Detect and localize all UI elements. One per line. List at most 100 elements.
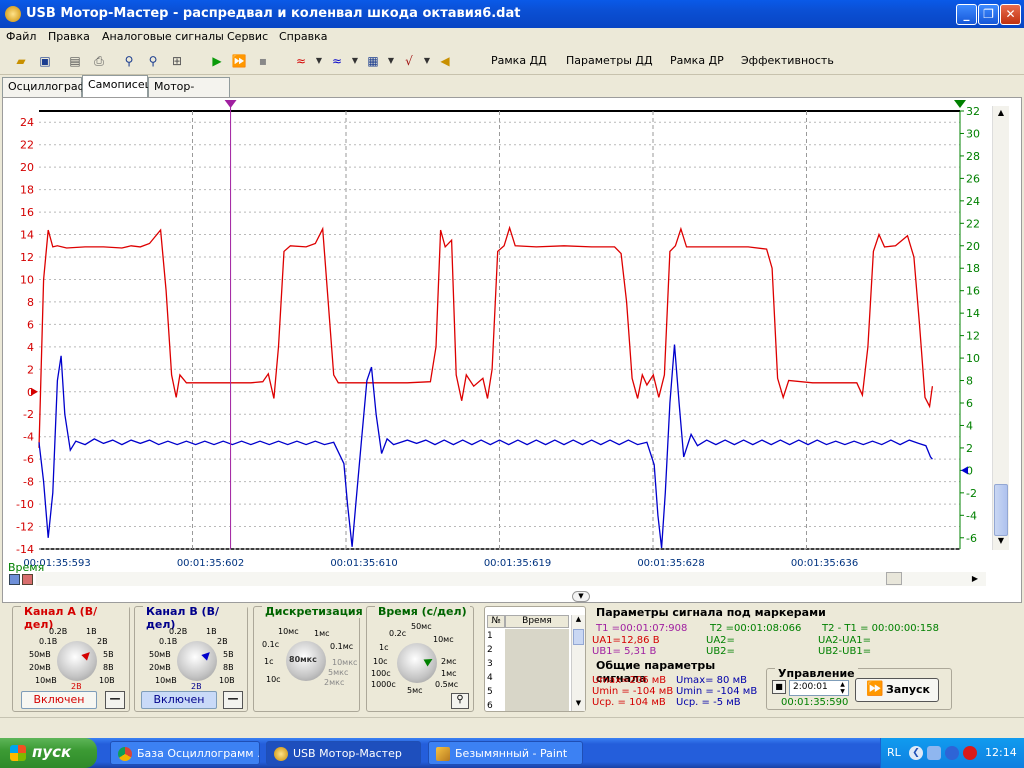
collapse-panel-icon[interactable]: ▼ xyxy=(572,591,590,602)
scroll-left-btn-a[interactable] xyxy=(9,574,20,585)
left-axis-tick-label: -10 xyxy=(16,498,34,511)
menu-help[interactable]: Справка xyxy=(279,30,327,43)
channel-b-minus-button[interactable]: — xyxy=(223,691,243,709)
scroll-left-btn-b[interactable] xyxy=(22,574,33,585)
taskbar-item-database[interactable]: База Осциллограмм ... xyxy=(110,741,260,765)
channel-b-enable-button[interactable]: Включен xyxy=(141,691,217,709)
antivirus-icon[interactable] xyxy=(963,746,977,760)
vertical-scroll-thumb[interactable] xyxy=(994,484,1008,536)
b-min-value: Umin = -104 мВ xyxy=(676,686,758,697)
menu-service[interactable]: Сервис xyxy=(227,30,268,43)
frame-dr-button[interactable]: Рамка ДР xyxy=(670,54,724,67)
channel-b-scale-knob[interactable] xyxy=(177,641,217,681)
stop-icon[interactable]: ▪ xyxy=(254,52,272,70)
clock[interactable]: 12:14 xyxy=(985,746,1017,759)
open-folder-icon[interactable]: ▰ xyxy=(12,52,30,70)
scroll-right-icon[interactable]: ▶ xyxy=(968,572,982,585)
spin-arrows-icon[interactable]: ▲ ▼ xyxy=(837,681,848,695)
channel-a-wave-icon[interactable]: ≈ xyxy=(292,52,310,70)
zoom-fit-icon[interactable]: ⊞ xyxy=(168,52,186,70)
left-axis-tick-label: 14 xyxy=(20,229,34,242)
taskbar-item-label: Безымянный - Paint xyxy=(455,747,568,760)
math-function-icon[interactable]: √ xyxy=(400,52,418,70)
network-icon[interactable] xyxy=(927,746,941,760)
bluetooth-icon[interactable] xyxy=(945,746,959,760)
play-icon[interactable]: ▶ xyxy=(208,52,226,70)
close-button[interactable]: ✕ xyxy=(1000,4,1021,25)
dt-value: T2 - T1 = 00:00:00:158 xyxy=(822,623,940,634)
channel-b-zero-marker-icon xyxy=(961,466,968,475)
app-icon xyxy=(5,6,21,22)
print-preview-icon[interactable]: ▤ xyxy=(66,52,84,70)
scroll-down-icon[interactable]: ▼ xyxy=(994,534,1008,548)
right-axis-tick-label: 20 xyxy=(966,240,980,253)
dial-label: 50мВ xyxy=(149,650,171,659)
scroll-down-icon[interactable]: ▼ xyxy=(572,699,585,711)
table-row[interactable]: 6 xyxy=(487,699,505,713)
t2-value: T2 =00:01:08:066 xyxy=(710,623,802,634)
save-icon[interactable]: ▣ xyxy=(36,52,54,70)
table-row[interactable]: 5 xyxy=(487,685,505,699)
right-axis-tick-label: 4 xyxy=(966,419,973,432)
table-body[interactable] xyxy=(505,629,569,711)
zoom-in-icon[interactable]: ⚲ xyxy=(120,52,138,70)
run-button[interactable]: ⏩ Запуск xyxy=(855,678,939,702)
chrome-icon xyxy=(118,747,132,761)
efficiency-button[interactable]: Эффективность xyxy=(741,54,834,67)
table-row[interactable]: 1 xyxy=(487,629,505,643)
restore-button[interactable]: ❐ xyxy=(978,4,999,25)
zoom-out-icon[interactable]: ⚲ xyxy=(144,52,162,70)
minimize-button[interactable]: _ xyxy=(956,4,977,25)
tab-recorder[interactable]: Самописец xyxy=(82,75,152,97)
menu-analog-signals[interactable]: Аналоговые сигналы xyxy=(102,30,224,43)
time-tick-label: 00:01:35:610 xyxy=(330,558,397,569)
dial-label: 2В xyxy=(97,637,108,646)
dial-label: 5мкс xyxy=(328,668,349,677)
channel-b-wave-icon[interactable]: ≈ xyxy=(328,52,346,70)
table-scroll-thumb[interactable] xyxy=(573,629,584,645)
calculator-icon[interactable]: ▦ xyxy=(364,52,382,70)
language-indicator[interactable]: RL xyxy=(887,746,901,759)
table-scrollbar[interactable]: ▲ ▼ xyxy=(571,615,585,711)
waveform-chart[interactable]: 242220181614121086420-2-4-6-8-10-12-1432… xyxy=(3,98,1021,602)
params-dd-button[interactable]: Параметры ДД xyxy=(566,54,653,67)
speaker-icon[interactable]: ◀ xyxy=(436,52,454,70)
table-row[interactable]: 2 xyxy=(487,643,505,657)
channel-a-enable-button[interactable]: Включен xyxy=(21,691,97,709)
horizontal-scrollbar[interactable]: ▶ xyxy=(36,572,986,586)
chevron-down-icon[interactable]: ▼ xyxy=(346,52,364,70)
dial-label: 10мс xyxy=(433,635,454,644)
table-header-time: Время xyxy=(505,615,569,628)
dial-current-value: 2В xyxy=(191,682,202,691)
start-button[interactable]: пуск xyxy=(0,738,97,768)
taskbar-item-motor-master[interactable]: USB Мотор-Мастер xyxy=(266,741,421,765)
tray-expand-icon[interactable]: ❮ xyxy=(909,746,923,760)
magnifier-icon[interactable]: ⚲ xyxy=(451,693,469,709)
tab-motor-tester[interactable]: Мотор-тестер xyxy=(148,77,230,106)
tab-oscilloscope[interactable]: Осциллограф xyxy=(2,77,87,97)
table-row[interactable]: 3 xyxy=(487,657,505,671)
vertical-scrollbar[interactable]: ▲ ▼ xyxy=(992,106,1009,550)
menu-edit[interactable]: Правка xyxy=(48,30,90,43)
horizontal-scroll-thumb[interactable] xyxy=(886,572,902,585)
sampling-knob[interactable]: 80мкс xyxy=(286,641,326,681)
scroll-up-icon[interactable]: ▲ xyxy=(994,106,1008,120)
channel-a-minus-button[interactable]: — xyxy=(105,691,125,709)
window-titlebar[interactable]: USB Мотор-Мастер - распредвал и коленвал… xyxy=(0,0,1024,28)
chevron-down-icon[interactable]: ▼ xyxy=(382,52,400,70)
table-row[interactable]: 4 xyxy=(487,671,505,685)
right-axis-tick-label: 26 xyxy=(966,172,980,185)
menu-file[interactable]: Файл xyxy=(6,30,36,43)
chevron-down-icon[interactable]: ▼ xyxy=(310,52,328,70)
print-icon[interactable]: ⎙ xyxy=(90,52,108,70)
scroll-up-icon[interactable]: ▲ xyxy=(572,615,585,627)
fast-play-icon[interactable]: ⏩ xyxy=(230,52,248,70)
taskbar-item-paint[interactable]: Безымянный - Paint xyxy=(428,741,583,765)
time-div-knob[interactable] xyxy=(397,643,437,683)
system-tray: RL ❮ 12:14 xyxy=(880,738,1024,768)
channel-a-scale-knob[interactable] xyxy=(57,641,97,681)
chevron-down-icon[interactable]: ▼ xyxy=(418,52,436,70)
control-panel: Канал А (В/дел) 0.2В 1В 0.1В 2В 50мВ 5В … xyxy=(0,603,1024,715)
stop-square-icon[interactable]: ■ xyxy=(772,680,786,694)
frame-dd-button[interactable]: Рамка ДД xyxy=(491,54,547,67)
